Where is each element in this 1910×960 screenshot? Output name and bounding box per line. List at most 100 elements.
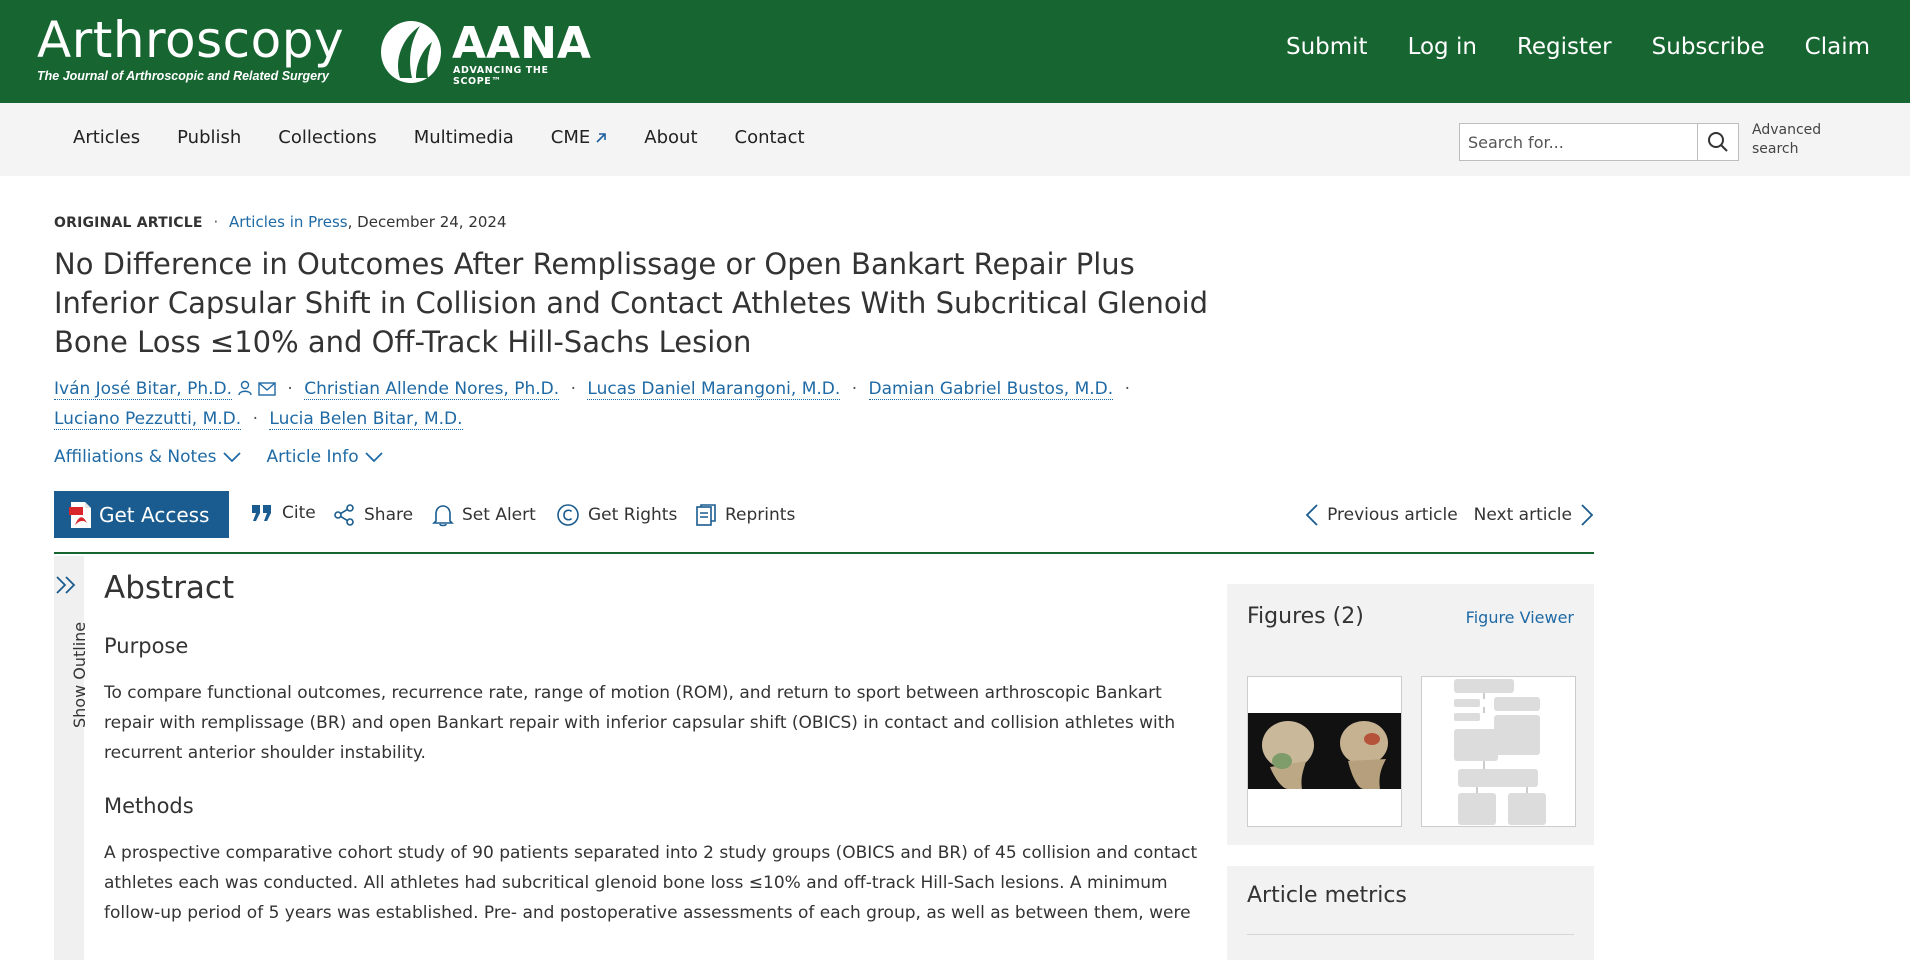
- site-header: Arthroscopy The Journal of Arthroscopic …: [0, 0, 1910, 103]
- show-outline-toggle[interactable]: Show Outline: [54, 556, 89, 960]
- article-type: ORIGINAL ARTICLE: [54, 215, 203, 231]
- next-article-label: Next article: [1473, 505, 1572, 525]
- aana-logo[interactable]: AANA ADVANCING THE SCOPE™: [380, 18, 600, 87]
- methods-text: A prospective comparative cohort study o…: [104, 843, 1198, 923]
- search-input[interactable]: [1460, 124, 1697, 160]
- pdf-icon: [69, 501, 91, 528]
- cite-label: Cite: [282, 503, 316, 523]
- journal-title: Arthroscopy: [37, 11, 345, 69]
- affiliations-label: Affiliations & Notes: [54, 447, 217, 467]
- nav-articles[interactable]: Articles: [73, 127, 140, 148]
- chevron-down-icon: [222, 452, 241, 463]
- submit-link[interactable]: Submit: [1286, 34, 1368, 60]
- nav-collections[interactable]: Collections: [278, 127, 376, 148]
- reprints-icon: [696, 504, 716, 526]
- author-separator: ·: [252, 409, 258, 429]
- article-info-toggle[interactable]: Article Info: [267, 447, 383, 467]
- main-nav: Articles Publish Collections Multimedia …: [0, 103, 1910, 176]
- affiliations-toggle[interactable]: Affiliations & Notes: [54, 447, 241, 467]
- chevron-right-icon: [1581, 504, 1594, 526]
- article-toolbar: Get Access Cite Share Set Alert Get Righ…: [54, 491, 1594, 554]
- set-alert-label: Set Alert: [462, 505, 536, 525]
- author-link[interactable]: Lucas Daniel Marangoni, M.D.: [587, 379, 841, 400]
- article-meta: ORIGINAL ARTICLE · Articles in Press, De…: [54, 213, 507, 231]
- articles-in-press-link[interactable]: Articles in Press: [229, 213, 348, 231]
- author-link[interactable]: Christian Allende Nores, Ph.D.: [304, 379, 560, 400]
- publication-date: , December 24, 2024: [347, 213, 507, 231]
- person-icon[interactable]: [237, 380, 253, 396]
- nav-contact[interactable]: Contact: [735, 127, 805, 148]
- article-info-toggles: Affiliations & Notes Article Info: [54, 447, 409, 467]
- methods-heading: Methods: [104, 794, 194, 818]
- previous-article-link[interactable]: Previous article: [1305, 503, 1458, 527]
- journal-subtitle: The Journal of Arthroscopic and Related …: [37, 69, 329, 83]
- article-metrics-panel: Article metrics: [1227, 866, 1594, 960]
- email-icon[interactable]: [258, 382, 276, 396]
- author-link[interactable]: Lucia Belen Bitar, M.D.: [269, 409, 463, 430]
- previous-article-label: Previous article: [1327, 505, 1458, 525]
- reprints-label: Reprints: [725, 505, 796, 525]
- account-links: Submit Log in Register Subscribe Claim: [1246, 34, 1870, 60]
- reprints-button[interactable]: Reprints: [695, 503, 795, 527]
- register-link[interactable]: Register: [1517, 34, 1612, 60]
- copyright-icon: [557, 504, 579, 526]
- aana-name: AANA: [452, 18, 591, 69]
- quote-icon: [252, 505, 271, 521]
- login-link[interactable]: Log in: [1408, 34, 1477, 60]
- get-access-button[interactable]: Get Access: [54, 491, 229, 538]
- nav-multimedia[interactable]: Multimedia: [414, 127, 514, 148]
- bell-icon: [432, 505, 454, 527]
- search-button[interactable]: [1697, 124, 1738, 160]
- author-separator: ·: [287, 379, 293, 399]
- set-alert-button[interactable]: Set Alert: [432, 503, 536, 527]
- article-metrics-title: Article metrics: [1247, 883, 1407, 908]
- figures-title: Figures (2): [1247, 604, 1364, 629]
- search-box: [1459, 123, 1739, 161]
- metrics-divider: [1247, 934, 1574, 935]
- author-separator: ·: [1124, 379, 1130, 399]
- share-label: Share: [364, 505, 414, 525]
- search-icon: [1708, 132, 1728, 152]
- author-separator: ·: [570, 379, 576, 399]
- advanced-search-link[interactable]: Advanced search: [1752, 121, 1832, 159]
- chevron-down-icon: [365, 452, 383, 463]
- author-link[interactable]: Iván José Bitar, Ph.D.: [54, 379, 232, 400]
- purpose-heading: Purpose: [104, 634, 189, 658]
- figure-1-image: [1248, 713, 1401, 789]
- external-link-icon: [596, 132, 607, 143]
- aana-emblem-icon: [381, 21, 441, 83]
- next-article-link[interactable]: Next article: [1474, 503, 1594, 527]
- figure-thumbnail[interactable]: [1247, 676, 1402, 827]
- subscribe-link[interactable]: Subscribe: [1652, 34, 1765, 60]
- author-link[interactable]: Damian Gabriel Bustos, M.D.: [868, 379, 1114, 400]
- author-separator: ·: [851, 379, 858, 399]
- chevron-left-icon: [1305, 504, 1318, 526]
- article-title: No Difference in Outcomes After Rempliss…: [54, 247, 1209, 359]
- author-link[interactable]: Luciano Pezzutti, M.D.: [54, 409, 242, 430]
- double-chevron-right-icon: [56, 576, 76, 594]
- nav-about[interactable]: About: [644, 127, 697, 148]
- get-rights-label: Get Rights: [588, 505, 678, 525]
- figures-panel: Figures (2) Figure Viewer: [1227, 584, 1594, 845]
- article-info-label: Article Info: [266, 447, 359, 467]
- abstract-heading: Abstract: [104, 570, 235, 606]
- figure-2-flowchart-image: [1422, 677, 1575, 826]
- nav-cme[interactable]: CME: [551, 127, 607, 148]
- nav-cme-label: CME: [550, 127, 591, 148]
- cite-button[interactable]: Cite: [250, 503, 316, 523]
- claim-link[interactable]: Claim: [1805, 34, 1870, 60]
- abstract-section: Abstract Purpose To compare functional o…: [104, 570, 1214, 928]
- nav-publish[interactable]: Publish: [177, 127, 241, 148]
- share-button[interactable]: Share: [332, 503, 413, 527]
- purpose-text: To compare functional outcomes, recurren…: [104, 683, 1176, 763]
- journal-logo[interactable]: Arthroscopy The Journal of Arthroscopic …: [37, 14, 344, 83]
- get-rights-button[interactable]: Get Rights: [556, 503, 677, 527]
- show-outline-label: Show Outline: [70, 621, 89, 728]
- aana-tagline: ADVANCING THE SCOPE™: [453, 65, 549, 87]
- author-list: Iván José Bitar, Ph.D. · Christian Allen…: [54, 374, 1154, 434]
- article-pagination: Previous article Next article: [1305, 503, 1594, 527]
- figure-viewer-link[interactable]: Figure Viewer: [1466, 608, 1574, 627]
- get-access-label: Get Access: [99, 502, 210, 527]
- meta-separator: ·: [213, 213, 219, 231]
- figure-thumbnail[interactable]: [1421, 676, 1576, 827]
